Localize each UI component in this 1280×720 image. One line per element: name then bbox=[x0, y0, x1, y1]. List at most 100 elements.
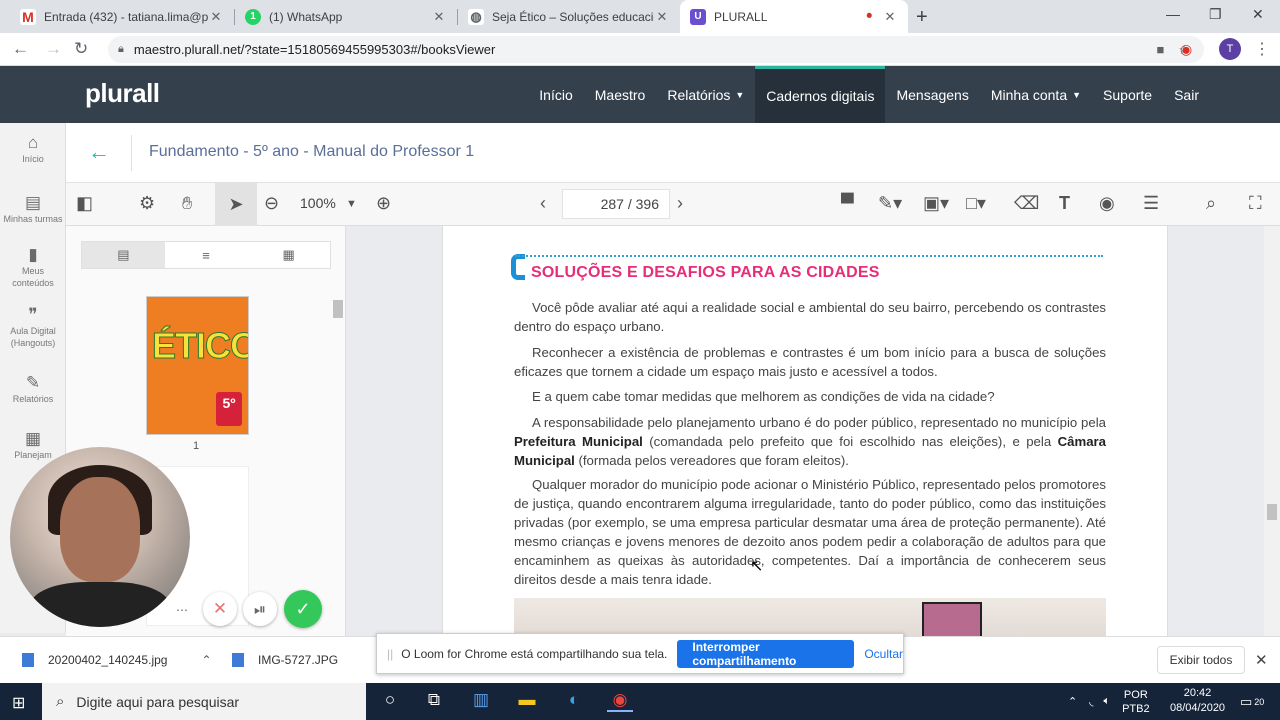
panel-scrollbar[interactable] bbox=[332, 288, 344, 633]
notes-icon[interactable]: ☰ bbox=[1143, 193, 1159, 214]
nav-relatorios[interactable]: Relatórios ▼ bbox=[656, 66, 755, 123]
tab-plurall[interactable]: U PLURALL ⏺ ✕ bbox=[680, 0, 908, 33]
close-icon[interactable]: ✕ bbox=[431, 9, 447, 25]
nav-mensagens[interactable]: Mensagens bbox=[885, 66, 979, 123]
network-icon[interactable]: ◟ bbox=[1089, 695, 1093, 708]
drag-handle-icon[interactable]: || bbox=[387, 647, 393, 661]
back-arrow-icon[interactable]: ← bbox=[88, 139, 110, 165]
hand-tool-icon[interactable]: ✋︎ bbox=[182, 193, 192, 214]
window-close-icon[interactable]: ✕ bbox=[1252, 6, 1264, 23]
chrome-icon[interactable]: ◉ bbox=[607, 690, 633, 712]
prev-page-icon[interactable]: ‹ bbox=[540, 193, 546, 214]
hide-button[interactable]: Ocultar bbox=[864, 647, 903, 661]
camera-icon[interactable]: ■ bbox=[1156, 42, 1164, 57]
text-tool-icon[interactable]: T bbox=[1059, 193, 1070, 214]
shape-tool-icon[interactable]: □▾ bbox=[966, 193, 986, 214]
sidebar-item-meus-conteudos[interactable]: ▮ Meus conteúdos bbox=[0, 245, 66, 289]
download-item[interactable]: 20200402_140245.jpg ⌃ bbox=[22, 653, 212, 667]
cortana-icon[interactable]: ○ bbox=[377, 690, 403, 710]
sidebar-item-minhas-turmas[interactable]: ▤ Minhas turmas bbox=[0, 194, 66, 225]
tab-thumbnails[interactable]: ▤ bbox=[82, 242, 165, 268]
notifications-icon[interactable]: ▭ 20 bbox=[1240, 683, 1264, 720]
chevron-up-icon[interactable]: ⌃ bbox=[201, 653, 211, 667]
download-item[interactable]: IMG-5727.JPG bbox=[232, 653, 338, 667]
nav-minha-conta[interactable]: Minha conta ▼ bbox=[980, 66, 1092, 123]
task-view-icon[interactable]: ⧉ bbox=[421, 690, 447, 710]
close-icon[interactable]: ✕ bbox=[882, 9, 898, 25]
page-thumbnail[interactable]: ÉTICO 5º bbox=[146, 296, 249, 435]
tab-title: (1) WhatsApp bbox=[269, 9, 343, 24]
scrollbar-thumb[interactable] bbox=[1267, 504, 1277, 520]
gear-icon[interactable]: ⚙ bbox=[139, 193, 155, 214]
back-icon[interactable]: ← bbox=[12, 39, 29, 59]
eraser-icon[interactable]: ⌫ bbox=[1014, 193, 1039, 214]
windows-start-icon[interactable]: ⊞ bbox=[12, 693, 25, 713]
search-placeholder: Digite aqui para pesquisar bbox=[76, 693, 240, 710]
date: 08/04/2020 bbox=[1170, 702, 1226, 714]
sidebar-item-aula-digital[interactable]: ❞ Aula Digital (Hangouts) bbox=[0, 306, 66, 349]
select-tool-icon[interactable]: ➤ bbox=[215, 183, 257, 226]
show-all-downloads-button[interactable]: Exibir todos bbox=[1157, 646, 1245, 674]
new-tab-button[interactable]: + bbox=[916, 6, 928, 29]
sidebar-toggle-icon[interactable]: ◧ bbox=[76, 193, 93, 214]
search-icon[interactable]: ⌕ bbox=[1206, 193, 1216, 214]
reload-icon[interactable]: ↻ bbox=[74, 39, 88, 59]
avatar[interactable]: T bbox=[1219, 38, 1241, 60]
fullscreen-icon[interactable]: ⛶ bbox=[1249, 193, 1262, 214]
volume-icon[interactable]: 🔈︎ bbox=[1103, 695, 1110, 708]
tab-annotations[interactable]: ▦ bbox=[247, 242, 331, 268]
eye-icon[interactable]: ◉ bbox=[1099, 193, 1115, 214]
stop-sharing-button[interactable]: Interromper compartilhamento bbox=[677, 639, 855, 668]
store-icon[interactable]: ▥ bbox=[468, 690, 494, 710]
minimize-icon[interactable]: — bbox=[1166, 6, 1180, 22]
folder-icon[interactable]: ▬ bbox=[514, 690, 540, 710]
webcam-bubble[interactable] bbox=[10, 447, 190, 627]
sidebar-item-planejamento[interactable]: ▦ Planejam bbox=[0, 430, 66, 461]
edge-icon[interactable]: ◐ bbox=[561, 690, 587, 710]
chevron-down-icon[interactable]: ▼ bbox=[346, 198, 357, 210]
forward-icon[interactable]: → bbox=[45, 39, 62, 59]
pause-recording-button[interactable]: ⏯ bbox=[243, 592, 277, 626]
share-message: O Loom for Chrome está compartilhando su… bbox=[401, 646, 668, 661]
nav-suporte[interactable]: Suporte bbox=[1092, 66, 1163, 123]
sidebar-item-relatorios[interactable]: ✎ Relatórios bbox=[0, 374, 66, 405]
tab-whatsapp[interactable]: 1 (1) WhatsApp ✕ bbox=[235, 0, 457, 33]
outline-icon: ≡ bbox=[202, 247, 210, 263]
clock[interactable]: 20:42 08/04/2020 bbox=[1170, 686, 1225, 716]
zoom-out-icon[interactable]: ⊖ bbox=[264, 193, 279, 214]
close-icon[interactable]: ✕ bbox=[1255, 651, 1268, 669]
nav-maestro[interactable]: Maestro bbox=[584, 66, 657, 123]
text-box-icon[interactable]: ▣▾ bbox=[923, 193, 949, 214]
restore-icon[interactable]: ❐ bbox=[1209, 6, 1222, 23]
tab-seja-etico[interactable]: ◍ Seja Ético – Soluções educaciona ✕ bbox=[458, 0, 680, 33]
url-text: maestro.plurall.net/?state=1518056945599… bbox=[133, 42, 496, 57]
finish-recording-button[interactable]: ✓ bbox=[284, 590, 322, 628]
tab-outline[interactable]: ≡ bbox=[164, 242, 248, 268]
nav-cadernos-digitais[interactable]: Cadernos digitais bbox=[755, 66, 886, 123]
more-options-icon[interactable]: ⋯ bbox=[172, 600, 192, 620]
chevron-up-icon[interactable]: ⌃ bbox=[1068, 695, 1077, 708]
tab-gmail[interactable]: M Entrada (432) - tatiana.lima@pro ✕ bbox=[10, 0, 234, 33]
extension-icon[interactable]: ◉ bbox=[1180, 41, 1192, 58]
document-scrollbar[interactable] bbox=[1264, 226, 1280, 636]
close-icon[interactable]: ✕ bbox=[654, 9, 670, 25]
nav-sair[interactable]: Sair bbox=[1163, 66, 1210, 123]
page-number-field[interactable]: 287 / 396 bbox=[562, 189, 670, 219]
cancel-recording-button[interactable]: ✕ bbox=[203, 592, 237, 626]
comment-icon[interactable]: ▀ bbox=[841, 193, 854, 214]
plurall-logo[interactable]: plurall bbox=[85, 78, 160, 109]
book-icon: ▮ bbox=[28, 245, 38, 264]
nav-inicio[interactable]: Início bbox=[528, 66, 583, 123]
language-indicator[interactable]: POR PTB2 bbox=[1122, 688, 1150, 716]
scrollbar-thumb[interactable] bbox=[333, 300, 343, 318]
sidebar-item-inicio[interactable]: ⌂ Início bbox=[0, 134, 66, 165]
menu-icon[interactable]: ⋮ bbox=[1254, 39, 1270, 59]
zoom-in-icon[interactable]: ⊕ bbox=[376, 193, 391, 214]
taskbar-search[interactable]: ⌕ Digite aqui para pesquisar bbox=[42, 683, 366, 720]
pen-tool-icon[interactable]: ✎▾ bbox=[878, 193, 902, 214]
url-field[interactable]: 🔒︎ maestro.plurall.net/?state=1518056945… bbox=[108, 36, 1204, 63]
lang-bottom: PTB2 bbox=[1122, 702, 1150, 715]
close-icon[interactable]: ✕ bbox=[208, 9, 224, 25]
zoom-level[interactable]: 100% bbox=[300, 195, 336, 211]
next-page-icon[interactable]: › bbox=[677, 193, 683, 214]
